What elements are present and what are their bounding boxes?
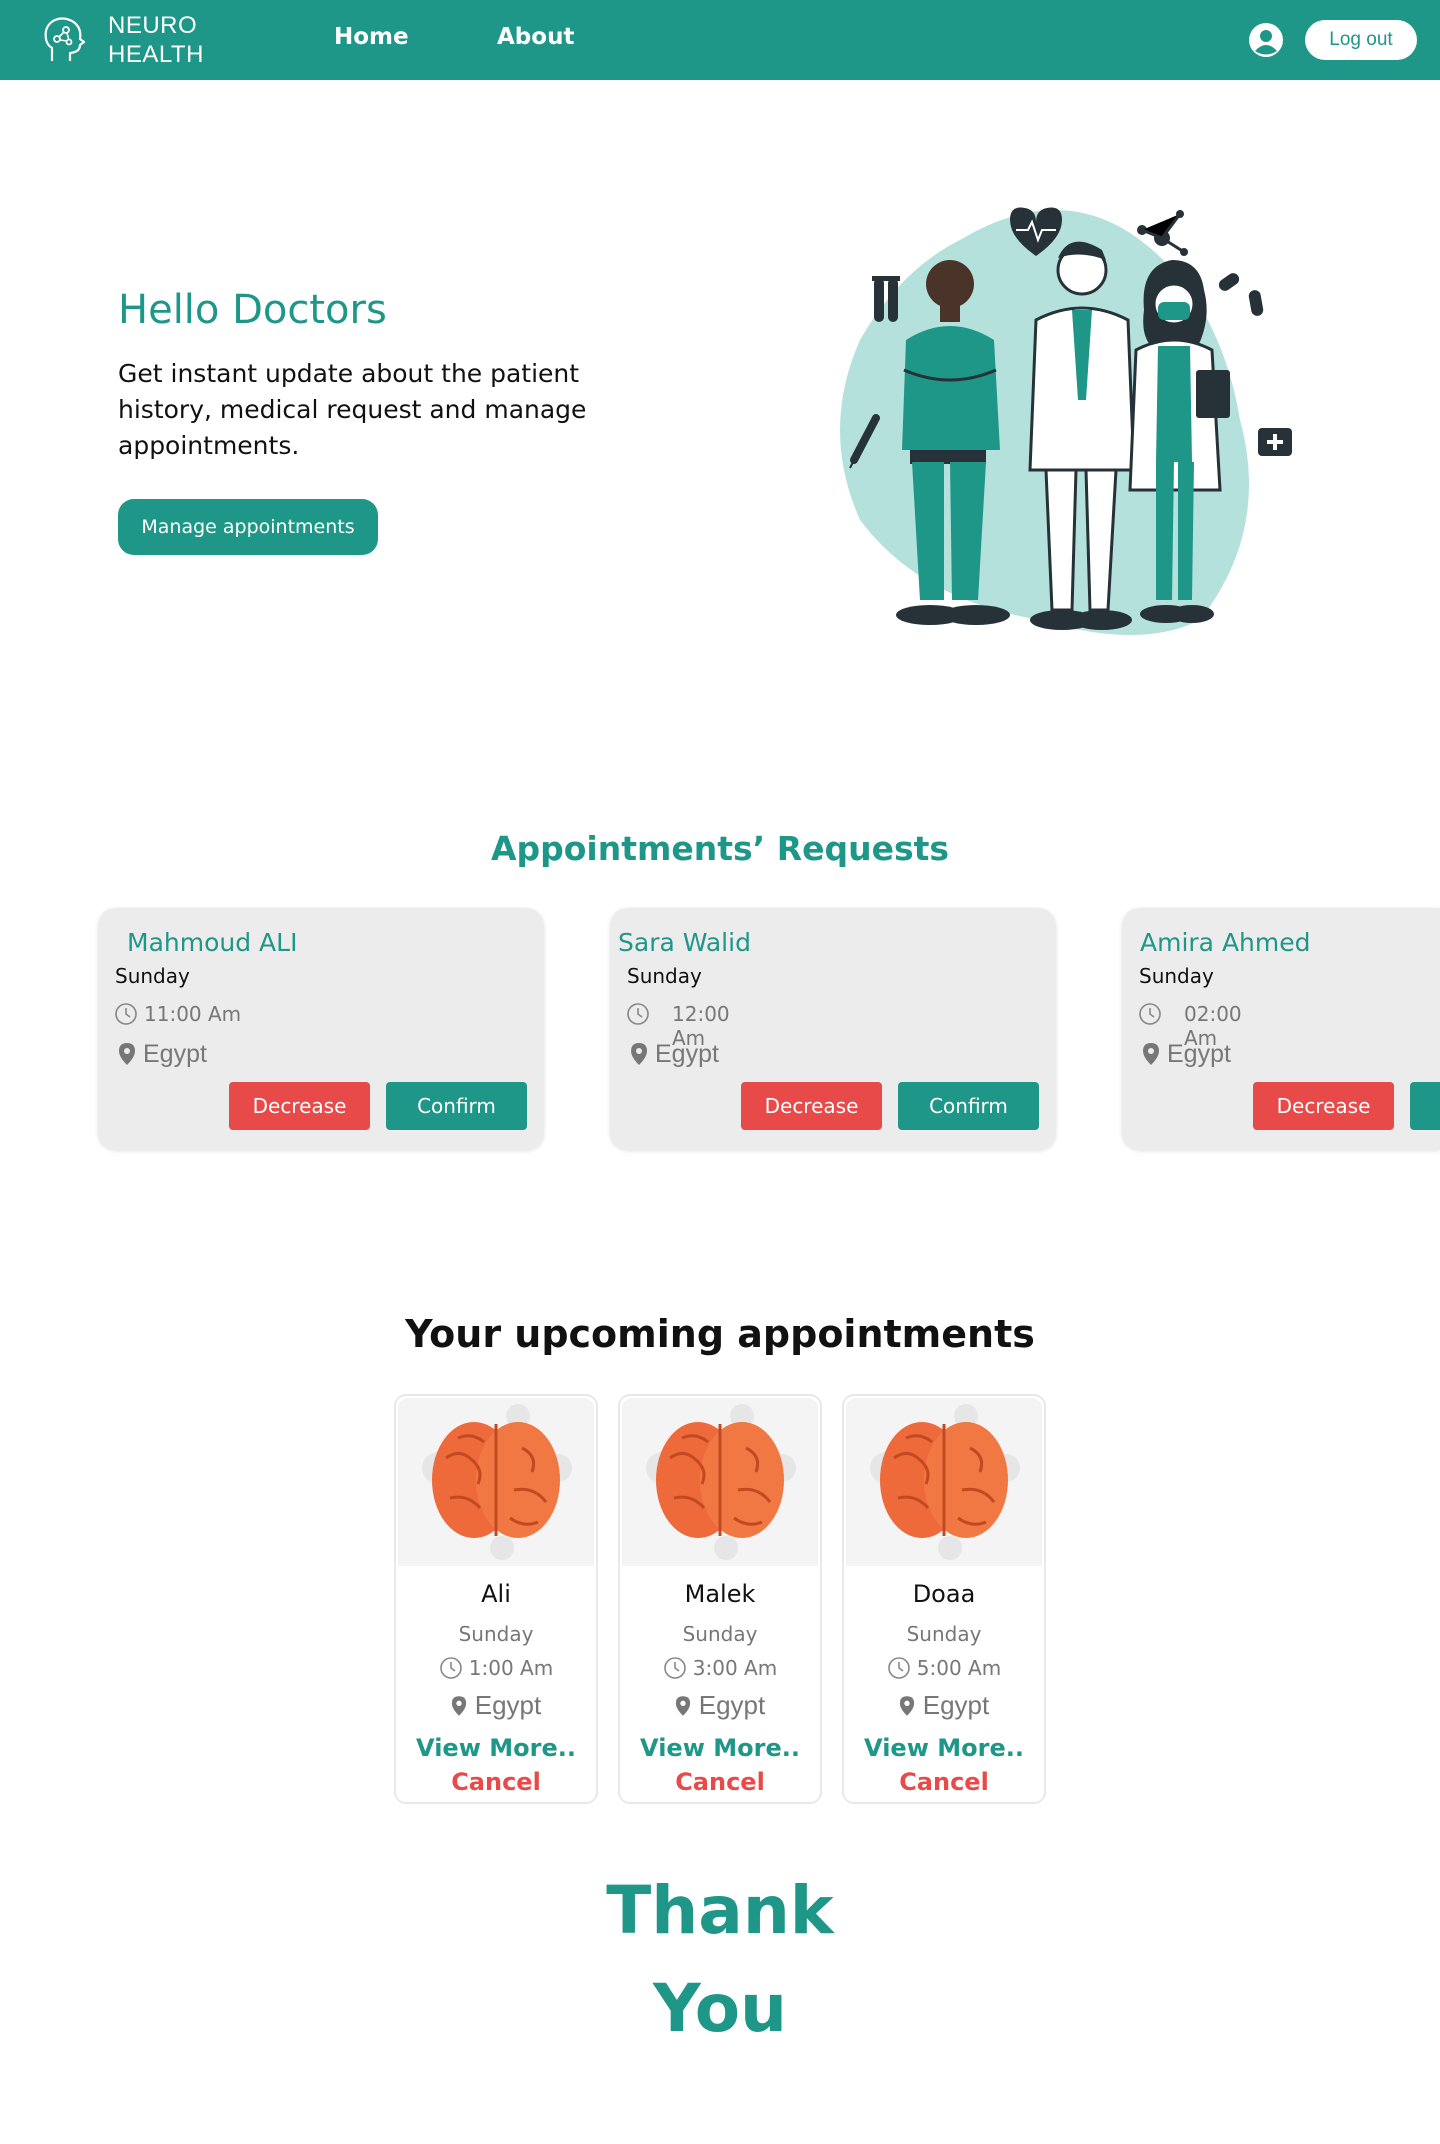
brain-icon xyxy=(846,1398,1042,1566)
appointment-location: Egypt xyxy=(922,1690,990,1720)
appointment-location: Egypt xyxy=(143,1040,207,1068)
location-pin-icon xyxy=(899,1695,914,1716)
thank-you-message: Thank You xyxy=(0,1862,1440,2058)
doctors-illustration xyxy=(840,207,1292,635)
appointment-time: 1:00 Am xyxy=(468,1656,554,1680)
decrease-button[interactable]: Decrease xyxy=(741,1082,882,1130)
brain-head-icon xyxy=(44,17,86,61)
clock-icon xyxy=(887,1657,910,1679)
user-icon[interactable] xyxy=(1248,22,1284,58)
brain-icon xyxy=(622,1398,818,1566)
view-more-link[interactable]: View More.. xyxy=(620,1734,820,1762)
appointment-day: Sunday xyxy=(906,1622,982,1646)
brain-icon xyxy=(398,1398,594,1566)
request-card: Amira Ahmed Sunday 02:00 Am Egypt Decrea… xyxy=(1122,908,1440,1150)
view-more-link[interactable]: View More.. xyxy=(844,1734,1044,1762)
patient-name: Sara Walid xyxy=(618,928,751,957)
location-pin-icon xyxy=(451,1695,466,1716)
appointment-time: 5:00 Am xyxy=(916,1656,1002,1680)
confirm-button[interactable]: Confirm xyxy=(898,1082,1039,1130)
clock-icon xyxy=(439,1657,462,1679)
nav-link-home[interactable]: Home xyxy=(334,24,409,50)
appointment-day: Sunday xyxy=(682,1622,758,1646)
brand-line-1: NEURO xyxy=(108,12,198,39)
hero-description: Get instant update about the patient his… xyxy=(118,359,587,460)
thank-you-line-1: Thank xyxy=(606,1872,834,1949)
hero-title: Hello Doctors xyxy=(118,287,387,333)
brand[interactable]: NEURO HEALTH xyxy=(40,12,204,68)
cancel-link[interactable]: Cancel xyxy=(620,1768,820,1796)
decrease-button[interactable]: Decrease xyxy=(1253,1082,1394,1130)
logout-button[interactable]: Log out xyxy=(1305,20,1417,60)
cancel-link[interactable]: Cancel xyxy=(844,1768,1044,1796)
location-pin-icon xyxy=(631,1043,647,1065)
patient-name: Malek xyxy=(684,1580,756,1608)
appointment-card: Malek Sunday 3:00 Am Egypt View More.. C… xyxy=(618,1394,822,1804)
location-pin-icon xyxy=(1143,1043,1159,1065)
appointment-day: Sunday xyxy=(627,964,702,988)
appointment-location: Egypt xyxy=(1167,1040,1231,1068)
brand-line-2: HEALTH xyxy=(108,41,204,68)
clock-icon xyxy=(1139,1003,1161,1025)
location-pin-icon xyxy=(675,1695,690,1716)
clock-icon xyxy=(115,1003,137,1025)
view-more-link[interactable]: View More.. xyxy=(396,1734,596,1762)
request-card: Sara Walid Sunday 12:00 Am Egypt Decreas… xyxy=(610,908,1056,1150)
decrease-button[interactable]: Decrease xyxy=(229,1082,370,1130)
appointment-location: Egypt xyxy=(698,1690,766,1720)
request-card: Mahmoud ALI Sunday 11:00 Am Egypt Decrea… xyxy=(98,908,544,1150)
top-nav: NEURO HEALTH Home About Log out xyxy=(0,0,1440,80)
location-pin-icon xyxy=(119,1043,135,1065)
patient-name: Doaa xyxy=(912,1580,976,1608)
manage-appointments-button[interactable]: Manage appointments xyxy=(118,499,378,555)
appointment-card: Doaa Sunday 5:00 Am Egypt View More.. Ca… xyxy=(842,1394,1046,1804)
nav-link-about[interactable]: About xyxy=(497,24,574,50)
upcoming-title: Your upcoming appointments xyxy=(405,1312,1035,1356)
appointment-card: Ali Sunday 1:00 Am Egypt View More.. Can… xyxy=(394,1394,598,1804)
appointment-location: Egypt xyxy=(474,1690,542,1720)
cancel-link[interactable]: Cancel xyxy=(396,1768,596,1796)
appointment-time: 3:00 Am xyxy=(692,1656,778,1680)
requests-title: Appointments’ Requests xyxy=(490,829,950,868)
confirm-button[interactable]: Confirm xyxy=(386,1082,527,1130)
appointment-location: Egypt xyxy=(655,1040,719,1068)
thank-you-line-2: You xyxy=(652,1970,788,2047)
patient-name: Mahmoud ALI xyxy=(127,928,298,957)
clock-icon xyxy=(663,1657,686,1679)
appointment-time: 11:00 Am xyxy=(144,1002,242,1026)
confirm-button[interactable] xyxy=(1410,1082,1440,1130)
appointment-day: Sunday xyxy=(115,964,190,988)
patient-name: Ali xyxy=(481,1580,511,1608)
clock-icon xyxy=(627,1003,649,1025)
appointment-day: Sunday xyxy=(458,1622,534,1646)
patient-name: Amira Ahmed xyxy=(1140,928,1311,957)
appointment-day: Sunday xyxy=(1139,964,1214,988)
